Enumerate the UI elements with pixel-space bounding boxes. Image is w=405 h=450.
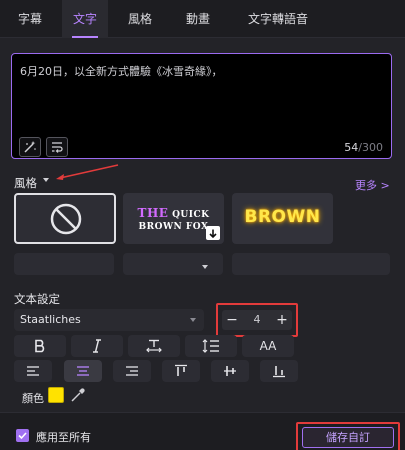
color-label: 顏色	[22, 392, 44, 405]
download-badge[interactable]	[206, 226, 220, 240]
align-bottom-icon	[273, 366, 285, 378]
char-max: /300	[358, 141, 383, 154]
no-style-icon	[50, 203, 82, 235]
save-button-highlight: 儲存自訂	[296, 422, 400, 450]
text-color-swatch[interactable]	[48, 387, 64, 403]
align-center-button[interactable]	[64, 360, 102, 382]
tab-text[interactable]: 文字	[62, 0, 108, 38]
style-preset-brown-glow[interactable]: BROWN	[232, 193, 333, 244]
preset-text-quick: QUICK	[168, 210, 210, 220]
bold-icon	[35, 339, 45, 353]
font-size-stepper[interactable]: − 4 +	[222, 310, 292, 330]
uppercase-button[interactable]: AA	[242, 335, 294, 357]
style-label: 風格	[14, 176, 37, 190]
align-right-icon	[126, 366, 138, 376]
italic-icon	[93, 339, 101, 353]
char-counter: 54/300	[344, 141, 383, 154]
align-bottom-button[interactable]	[260, 360, 298, 382]
line-height-button[interactable]	[185, 335, 237, 357]
style-preset-none[interactable]	[14, 193, 116, 244]
text-wrap-icon	[52, 142, 63, 153]
magic-wand-icon	[24, 141, 36, 153]
preset-glow-text: BROWN	[244, 207, 321, 227]
italic-button[interactable]	[71, 335, 123, 357]
text-settings-label: 文本設定	[14, 292, 60, 306]
letter-spacing-button[interactable]	[128, 335, 180, 357]
more-presets-strip[interactable]	[14, 253, 390, 275]
align-middle-button[interactable]	[211, 360, 249, 382]
more-styles-link[interactable]: 更多 >	[355, 177, 390, 193]
magic-wand-button[interactable]	[19, 137, 41, 157]
font-size-stepper-highlight: − 4 +	[216, 303, 298, 337]
save-custom-button[interactable]: 儲存自訂	[302, 427, 394, 448]
align-top-button[interactable]	[162, 360, 200, 382]
text-wrap-button[interactable]	[46, 137, 68, 157]
check-icon	[18, 432, 27, 440]
preset-placeholder	[14, 253, 114, 275]
text-input-value[interactable]: 6月20日，以全新方式體驗《冰雪奇緣》，	[20, 63, 223, 79]
apply-all-checkbox[interactable]	[16, 429, 29, 442]
download-icon	[209, 229, 217, 239]
text-input-area[interactable]: 6月20日，以全新方式體驗《冰雪奇緣》， 54/300	[11, 53, 392, 159]
line-height-icon	[202, 339, 219, 353]
decrease-size-button[interactable]: −	[223, 311, 241, 329]
letter-spacing-icon	[146, 339, 162, 353]
footer-bar: 應用至所有 儲存自訂	[0, 412, 405, 450]
font-select-caret-icon	[190, 318, 196, 322]
align-left-button[interactable]	[14, 360, 52, 382]
increase-size-button[interactable]: +	[273, 311, 291, 329]
align-center-icon	[77, 366, 89, 376]
tab-animation[interactable]: 動畫	[170, 0, 226, 38]
align-right-button[interactable]	[113, 360, 151, 382]
apply-all-label[interactable]: 應用至所有	[36, 429, 91, 445]
align-left-icon	[27, 366, 39, 376]
align-middle-icon	[224, 366, 236, 376]
style-dropdown-chevron-icon[interactable]	[43, 178, 49, 182]
preset-placeholder	[232, 253, 390, 275]
preset-text-the: THE	[137, 206, 169, 220]
bold-button[interactable]	[14, 335, 66, 357]
font-select-value: Staatliches	[20, 313, 81, 326]
align-top-icon	[175, 364, 187, 376]
tab-subtitles[interactable]: 字幕	[0, 0, 60, 38]
tab-bar: 字幕 文字 風格 動畫 文字轉語音	[0, 0, 405, 38]
preset-placeholder	[123, 253, 223, 275]
annotation-arrow-icon	[56, 164, 119, 180]
style-preset-quick-brown-fox[interactable]: THE QUICK BROWN FOX	[123, 193, 224, 244]
eyedropper-icon[interactable]	[70, 387, 86, 403]
tab-text-to-speech[interactable]: 文字轉語音	[226, 0, 330, 38]
font-size-value[interactable]: 4	[242, 310, 272, 330]
char-count: 54	[344, 141, 359, 154]
tab-style[interactable]: 風格	[110, 0, 170, 38]
expand-chevron-icon[interactable]	[202, 265, 208, 269]
font-select[interactable]: Staatliches	[14, 309, 204, 331]
